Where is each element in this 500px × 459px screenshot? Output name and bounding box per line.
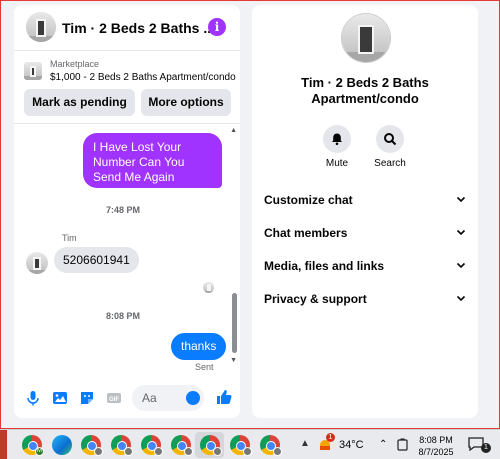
gif-icon[interactable]: GIF — [105, 389, 123, 407]
clock[interactable]: 8:08 PM 8/7/2025 — [415, 434, 457, 458]
chrome-profile-icon[interactable] — [81, 435, 103, 456]
marketplace-listing: Marketplace $1,000 - 2 Beds 2 Baths Apar… — [14, 52, 240, 124]
weather-alert-badge: 1 — [326, 433, 335, 442]
read-receipt-avatar — [203, 282, 214, 293]
chrome-profile-icon[interactable] — [171, 435, 193, 456]
message-timestamp: 8:08 PM — [106, 311, 141, 321]
sticker-icon[interactable] — [78, 389, 96, 407]
message-status: Sent — [195, 362, 214, 372]
taskbar: M ▲ 1 34°C ⌃ 8:08 PM 8/7/2025 1 — [0, 429, 500, 459]
emoji-icon[interactable] — [186, 391, 200, 405]
section-chat-members[interactable]: Chat members — [264, 226, 466, 240]
photo-icon[interactable] — [51, 389, 69, 407]
chevron-down-icon — [456, 262, 466, 269]
section-label: Chat members — [264, 226, 348, 240]
microphone-icon[interactable] — [24, 389, 42, 407]
more-options-button[interactable]: More options — [141, 89, 231, 116]
sender-name: Tim — [62, 233, 77, 243]
temperature[interactable]: 34°C — [339, 439, 364, 451]
edge-icon[interactable] — [52, 435, 72, 455]
outgoing-message[interactable]: I Have Lost Your Number Can You Send Me … — [83, 133, 222, 188]
listing-title[interactable]: $1,000 - 2 Beds 2 Baths Apartment/condo — [50, 72, 236, 83]
thumbs-up-icon[interactable] — [215, 388, 233, 406]
chrome-profile-icon[interactable] — [230, 435, 252, 456]
sender-avatar[interactable] — [26, 252, 48, 274]
scrollbar-thumb[interactable] — [232, 293, 237, 353]
scroll-down-arrow-icon[interactable]: ▼ — [230, 357, 237, 364]
profile-avatar[interactable] — [341, 13, 391, 63]
contact-avatar[interactable] — [26, 12, 56, 42]
taskbar-edge-accent — [0, 430, 7, 459]
section-customize-chat[interactable]: Customize chat — [264, 193, 466, 207]
chrome-active-icon[interactable] — [200, 435, 222, 456]
chat-title[interactable]: Tim · 2 Beds 2 Baths ... — [62, 20, 215, 36]
scroll-up-arrow-icon[interactable]: ▲ — [230, 127, 237, 134]
message-list[interactable]: I Have Lost Your Number Can You Send Me … — [14, 125, 240, 377]
section-privacy-support[interactable]: Privacy & support — [264, 292, 466, 306]
mute-button[interactable]: Mute — [312, 125, 362, 169]
mark-as-pending-button[interactable]: Mark as pending — [24, 89, 135, 116]
search-label: Search — [374, 158, 406, 169]
app-window: Tim · 2 Beds 2 Baths ... i Marketplace $… — [0, 0, 500, 429]
section-label: Customize chat — [264, 193, 353, 207]
composer-bar: GIF Aa — [14, 378, 240, 418]
marketplace-label: Marketplace — [50, 59, 100, 69]
mute-label: Mute — [325, 158, 349, 169]
chrome-profile-icon[interactable] — [260, 435, 282, 456]
search-button[interactable]: Search — [365, 125, 415, 169]
conversation-info-panel: Tim · 2 Beds 2 Baths Apartment/condo Mut… — [252, 5, 478, 418]
section-label: Privacy & support — [264, 292, 367, 306]
chat-panel: Tim · 2 Beds 2 Baths ... i Marketplace $… — [14, 5, 240, 418]
conversation-name: Tim · 2 Beds 2 Baths Apartment/condo — [301, 75, 429, 106]
listing-thumbnail[interactable] — [24, 62, 42, 80]
chevron-down-icon — [456, 196, 466, 203]
chevron-down-icon — [456, 229, 466, 236]
section-media-files-links[interactable]: Media, files and links — [264, 259, 466, 273]
tray-chevron-up-icon[interactable]: ⌃ — [379, 439, 387, 450]
svg-text:GIF: GIF — [109, 397, 119, 403]
clock-time: 8:08 PM — [419, 435, 453, 445]
chat-header: Tim · 2 Beds 2 Baths ... i — [14, 5, 240, 51]
incoming-message[interactable]: 5206601941 — [54, 247, 139, 273]
battery-icon[interactable] — [397, 438, 408, 451]
clock-date: 8/7/2025 — [418, 447, 454, 457]
chrome-icon[interactable]: M — [22, 435, 44, 456]
chrome-profile-icon[interactable] — [111, 435, 133, 456]
chrome-profile-icon[interactable] — [141, 435, 163, 456]
notification-count-badge: 1 — [481, 443, 491, 453]
section-label: Media, files and links — [264, 259, 385, 273]
taskbar-overflow-chevron-icon[interactable]: ▲ — [300, 438, 310, 449]
chevron-down-icon — [456, 295, 466, 302]
info-icon[interactable]: i — [208, 18, 226, 36]
bell-icon — [332, 133, 342, 146]
message-timestamp: 7:48 PM — [106, 205, 141, 215]
search-icon — [384, 133, 397, 146]
outgoing-message[interactable]: thanks — [171, 333, 227, 360]
